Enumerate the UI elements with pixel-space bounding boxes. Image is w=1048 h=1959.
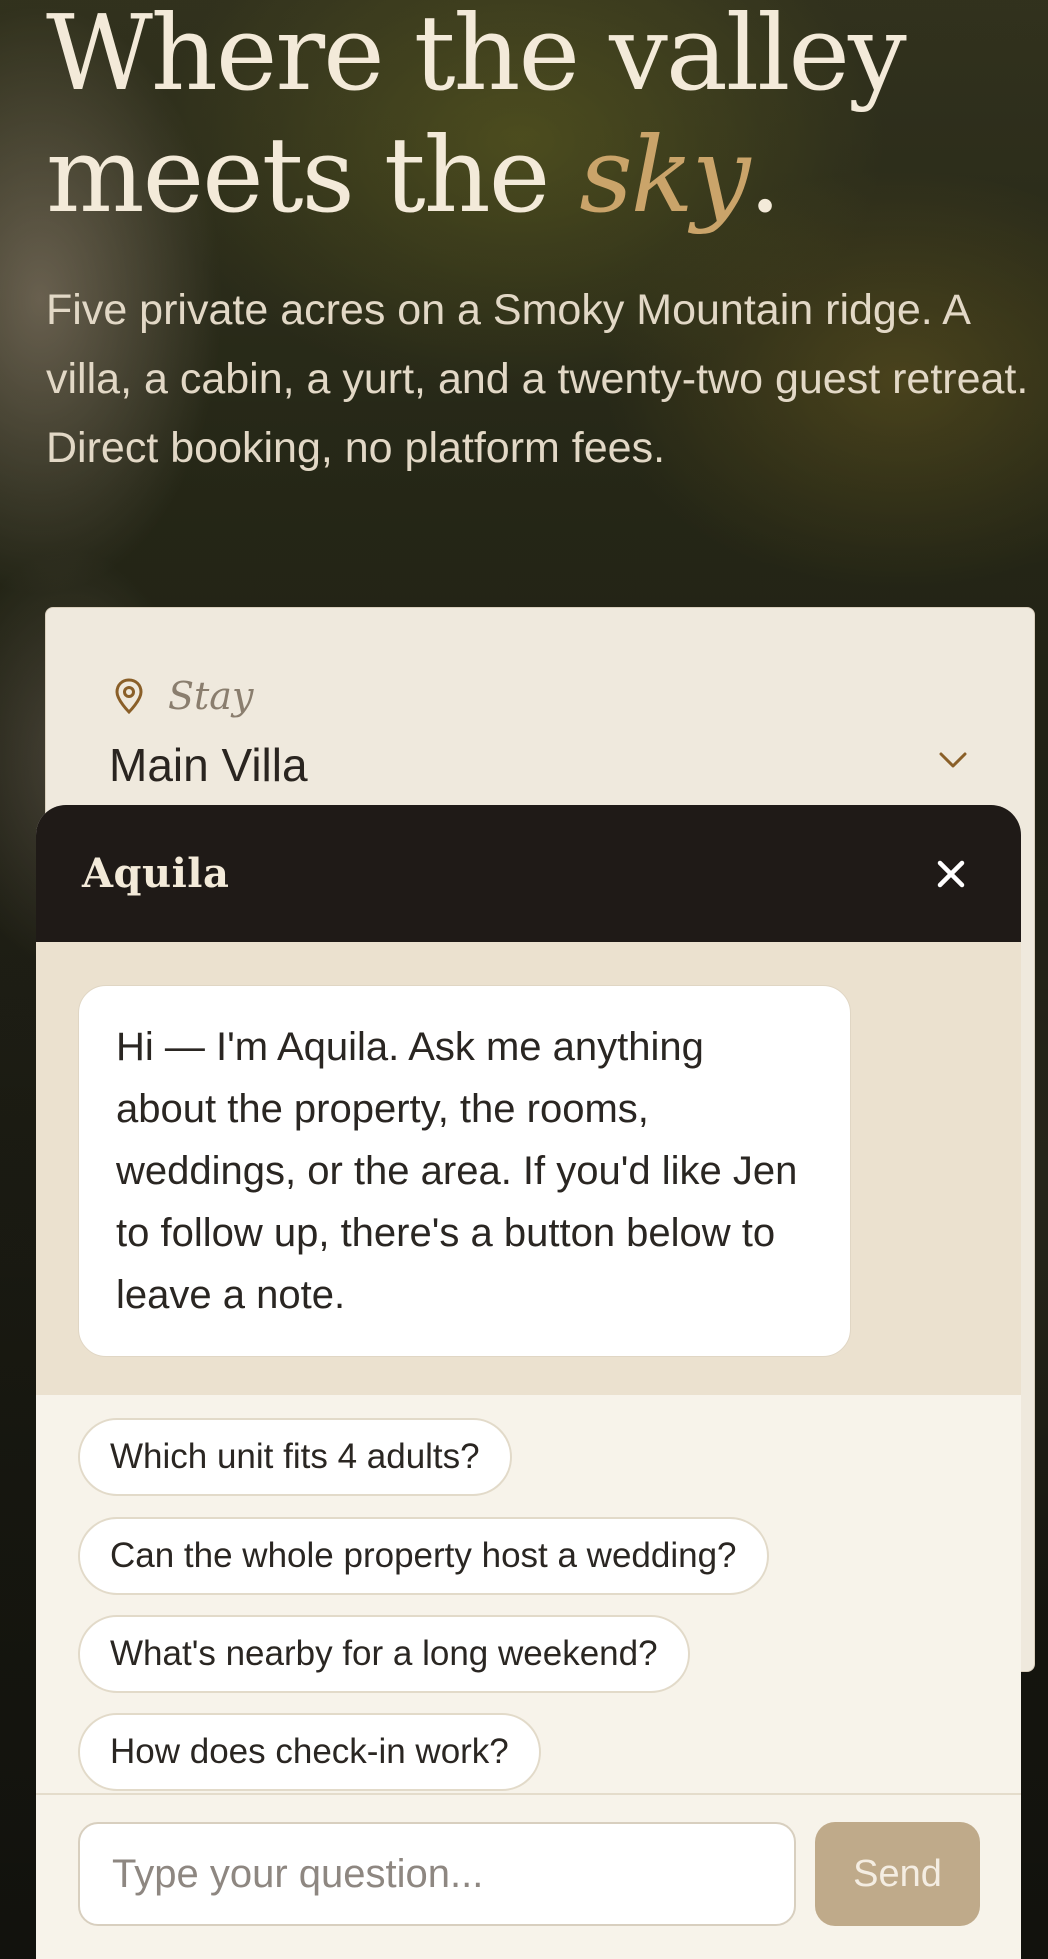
map-pin-icon	[115, 678, 143, 714]
chat-title: Aquila	[82, 850, 230, 897]
chat-widget: Aquila Hi — I'm Aquila. Ask me anything …	[36, 805, 1021, 1959]
hero-subhead: Five private acres on a Smoky Mountain r…	[46, 286, 1029, 472]
hero-headline: Where the valley meets the sky.	[46, 0, 946, 236]
stay-label-row: Stay	[114, 674, 253, 718]
stay-select-value[interactable]: Main Villa	[109, 738, 308, 792]
suggestion-chip[interactable]: Can the whole property host a wedding?	[78, 1517, 769, 1595]
chat-message-area: Hi — I'm Aquila. Ask me anything about t…	[36, 942, 1021, 1395]
headline-period: .	[748, 114, 781, 236]
chat-header: Aquila	[36, 805, 1021, 942]
suggestion-chip[interactable]: Which unit fits 4 adults?	[78, 1418, 512, 1496]
suggestion-chip[interactable]: What's nearby for a long weekend?	[78, 1615, 690, 1693]
send-button[interactable]: Send	[815, 1822, 980, 1926]
stay-label: Stay	[168, 674, 254, 718]
question-input[interactable]	[78, 1822, 796, 1926]
suggestion-chip[interactable]: How does check-in work?	[78, 1713, 541, 1791]
assistant-message-bubble: Hi — I'm Aquila. Ask me anything about t…	[78, 985, 851, 1357]
close-icon[interactable]	[935, 858, 967, 890]
chat-input-divider	[36, 1793, 1021, 1795]
chevron-down-icon[interactable]	[938, 750, 968, 770]
headline-accent-word: sky	[579, 114, 750, 236]
